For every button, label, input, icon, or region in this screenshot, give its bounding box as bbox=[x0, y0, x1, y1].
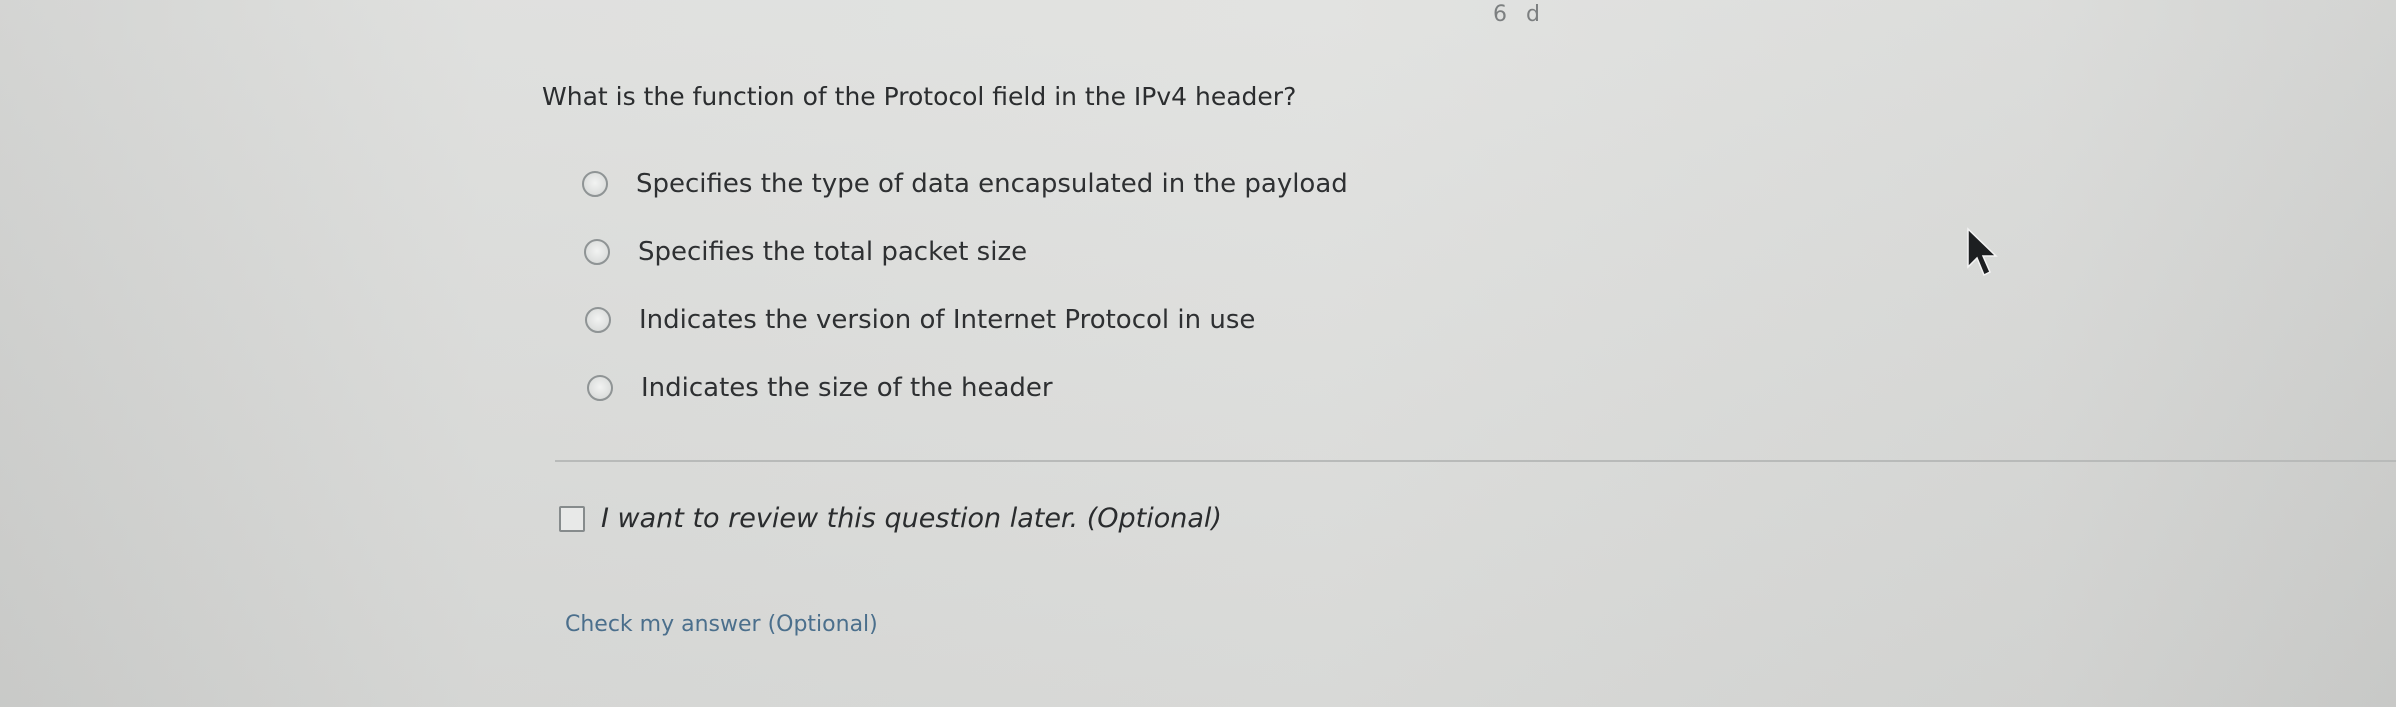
answer-option-4[interactable]: Indicates the size of the header bbox=[587, 354, 1348, 422]
review-later-label: I want to review this question later. (O… bbox=[601, 503, 1222, 534]
answer-options: Specifies the type of data encapsulated … bbox=[582, 150, 1348, 422]
check-answer-link[interactable]: Check my answer (Optional) bbox=[565, 612, 878, 637]
answer-option-2-label: Specifies the total packet size bbox=[638, 237, 1028, 267]
radio-button-2[interactable] bbox=[584, 239, 610, 265]
radio-button-1[interactable] bbox=[582, 171, 608, 197]
quiz-screen: 6 d What is the function of the Protocol… bbox=[0, 0, 2396, 707]
corner-text: 6 d bbox=[1493, 2, 1546, 27]
radio-button-4[interactable] bbox=[587, 375, 613, 401]
question-text: What is the function of the Protocol fie… bbox=[542, 82, 1297, 111]
answer-option-2[interactable]: Specifies the total packet size bbox=[584, 218, 1348, 286]
radio-button-3[interactable] bbox=[585, 307, 611, 333]
answer-option-3-label: Indicates the version of Internet Protoc… bbox=[639, 305, 1256, 335]
answer-option-1[interactable]: Specifies the type of data encapsulated … bbox=[582, 150, 1348, 218]
review-later-checkbox[interactable] bbox=[559, 505, 585, 532]
mouse-pointer-icon bbox=[1967, 227, 1998, 277]
section-divider bbox=[555, 460, 2396, 462]
answer-option-4-label: Indicates the size of the header bbox=[641, 373, 1053, 403]
answer-option-3[interactable]: Indicates the version of Internet Protoc… bbox=[585, 286, 1348, 354]
review-later-toggle[interactable]: I want to review this question later. (O… bbox=[559, 503, 1222, 534]
answer-option-1-label: Specifies the type of data encapsulated … bbox=[636, 169, 1348, 199]
